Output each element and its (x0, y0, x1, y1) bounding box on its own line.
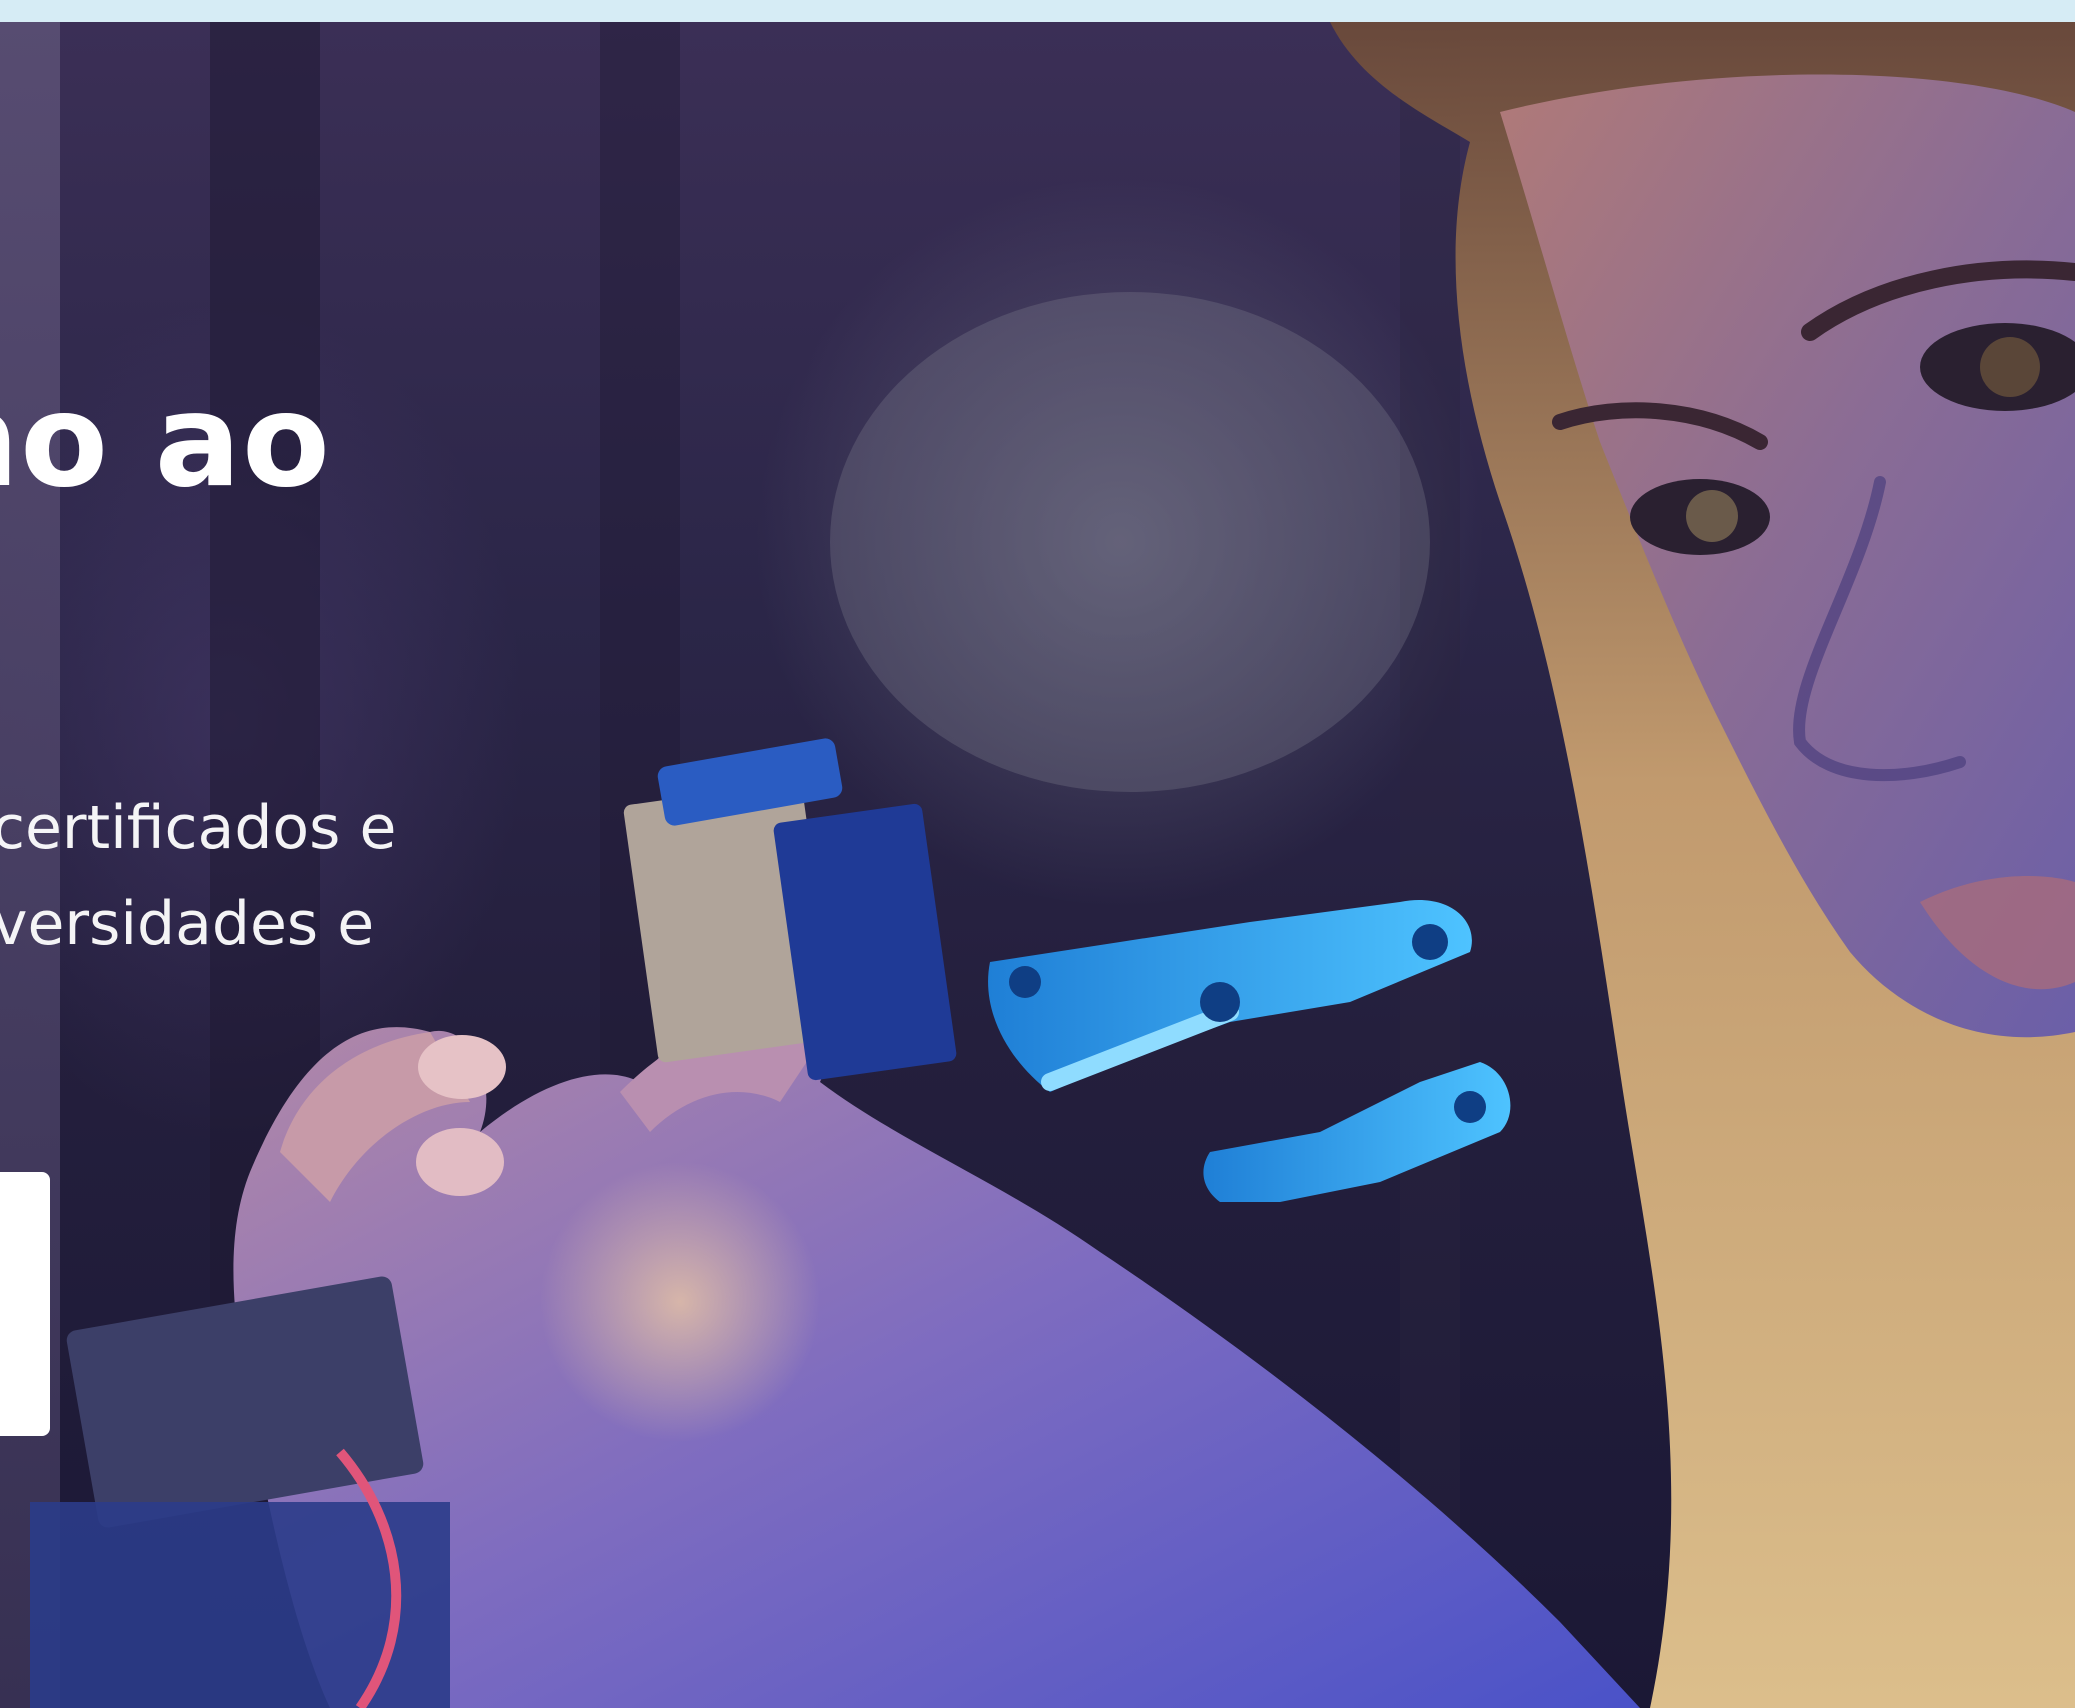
robot-glow (540, 1162, 820, 1442)
eye-iris (1980, 337, 2040, 397)
hero-banner: no ao certificados e versidades e (0, 22, 2075, 1708)
hero-subtitle-line: certificados e (0, 793, 397, 863)
top-navigation-strip (0, 0, 2075, 22)
fingernail (418, 1035, 506, 1099)
hero-cta-button[interactable] (0, 1172, 50, 1436)
hero-subtitle-line: versidades e (0, 889, 375, 959)
robot-screw (1200, 982, 1240, 1022)
robot-screw (1412, 924, 1448, 960)
page: no ao certificados e versidades e (0, 0, 2075, 1708)
robot-gripper (1203, 1062, 1511, 1202)
eye-iris (1686, 490, 1738, 542)
fingernail (416, 1128, 504, 1196)
robot-screw (1454, 1091, 1486, 1123)
hero-subtitle: certificados e versidades e (0, 780, 396, 972)
background-blur (830, 292, 1430, 792)
hero-title: no ao (0, 367, 331, 516)
robot-screw (1009, 966, 1041, 998)
